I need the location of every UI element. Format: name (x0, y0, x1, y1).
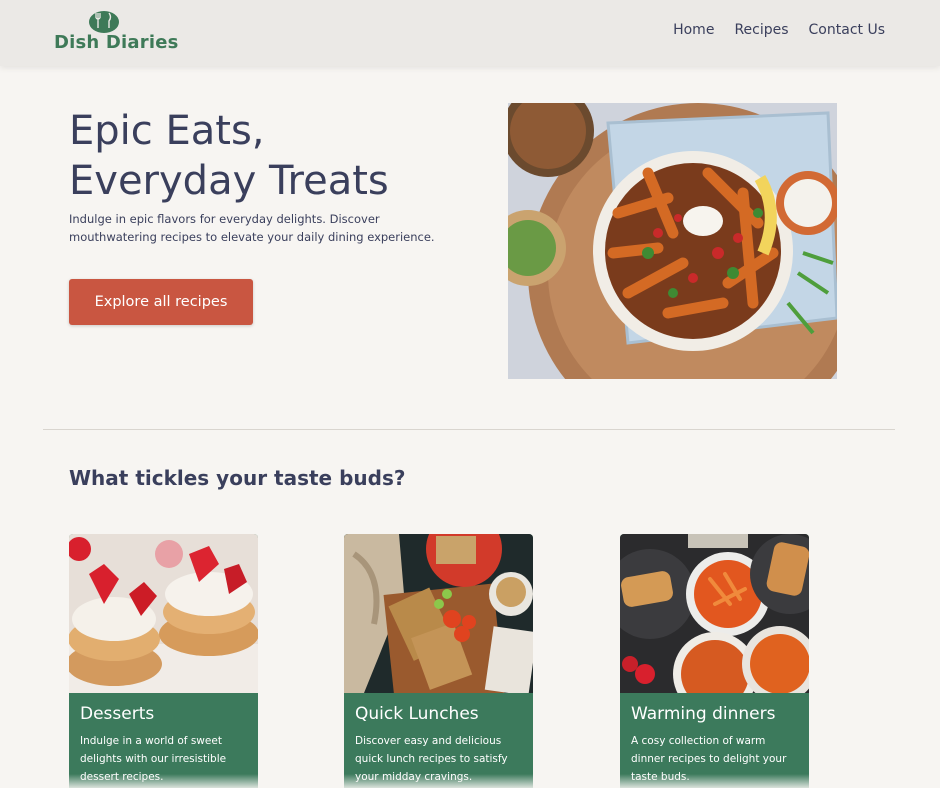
site-header: Dish Diaries Home Recipes Contact Us (0, 0, 940, 66)
explore-recipes-button[interactable]: Explore all recipes (69, 279, 253, 325)
categories-heading: What tickles your taste buds? (69, 466, 406, 490)
section-divider (43, 429, 895, 430)
quick-lunches-image (344, 534, 533, 693)
hero-title-line-2: Everyday Treats (69, 158, 389, 204)
hero-food-image (508, 103, 837, 379)
nav-home-link[interactable]: Home (673, 22, 714, 38)
hero-description: Indulge in epic flavors for everyday del… (69, 212, 435, 244)
site-logo[interactable]: Dish Diaries (54, 8, 178, 58)
hero-title: Epic Eats, Everyday Treats (69, 106, 449, 206)
nav-recipes-link[interactable]: Recipes (734, 22, 788, 38)
hero-title-line-1: Epic Eats, (69, 108, 265, 154)
category-card-warming-dinners[interactable]: Warming dinners A cosy collection of war… (620, 534, 809, 788)
desserts-card-title: Desserts (80, 704, 155, 724)
quick-lunches-card-title: Quick Lunches (355, 704, 479, 724)
logo-text: Dish Diaries (54, 32, 179, 53)
category-card-quick-lunches[interactable]: Quick Lunches Discover easy and deliciou… (344, 534, 533, 788)
bowl-logo-icon (89, 11, 119, 33)
warming-dinners-image (620, 534, 809, 693)
category-card-desserts[interactable]: Desserts Indulge in a world of sweet del… (69, 534, 258, 788)
desserts-image (69, 534, 258, 693)
main-nav: Home Recipes Contact Us (673, 22, 885, 38)
warming-dinners-card-title: Warming dinners (631, 704, 776, 724)
nav-contact-link[interactable]: Contact Us (809, 22, 885, 38)
bottom-fade (0, 774, 940, 788)
